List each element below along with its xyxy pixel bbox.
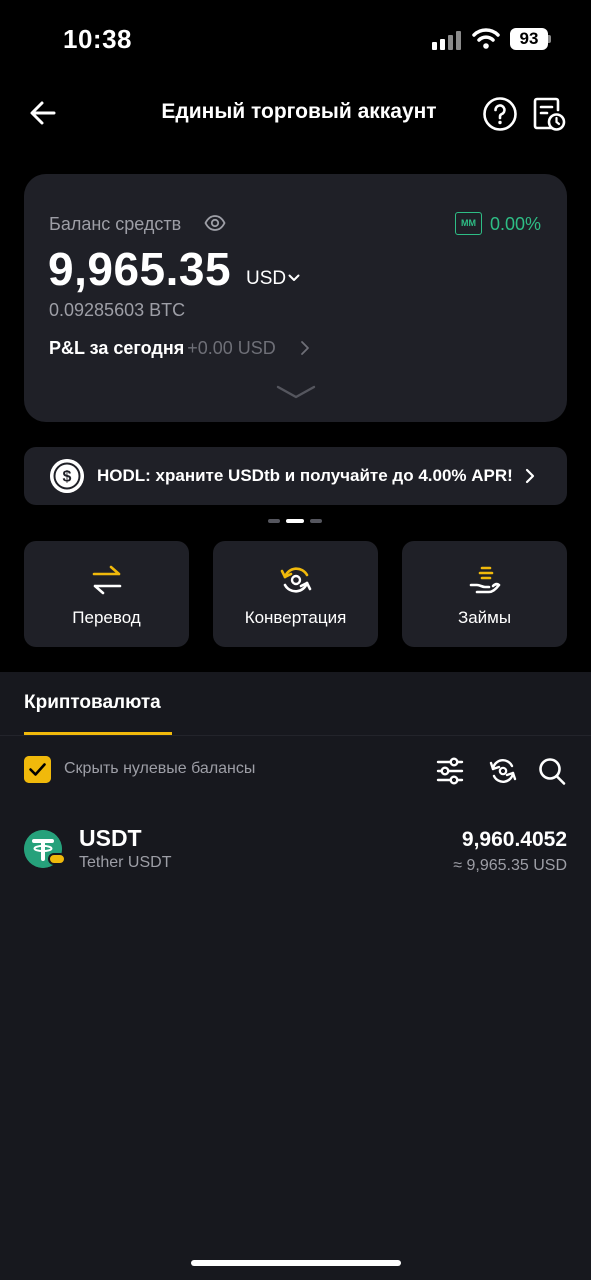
filter-sliders-icon[interactable]: [436, 757, 464, 785]
wifi-icon: [472, 28, 500, 49]
earn-badge: [48, 853, 66, 865]
pnl-today[interactable]: P&L за сегодня +0.00 USD: [49, 338, 276, 359]
transfer-icon: [92, 565, 122, 595]
svg-text:$: $: [63, 469, 72, 486]
help-icon[interactable]: [482, 96, 518, 132]
asset-row[interactable]: USDT Tether USDT 9,960.4052 ≈ 9,965.35 U…: [0, 818, 591, 882]
asset-usd-value: ≈ 9,965.35 USD: [453, 857, 567, 874]
loans-label: Займы: [457, 608, 512, 627]
asset-name: Tether USDT: [79, 854, 172, 871]
promo-banner[interactable]: $ HODL: храните USDtb и получайте до 4.0…: [24, 447, 567, 505]
back-arrow-icon[interactable]: [26, 96, 60, 130]
convert-button[interactable]: Конвертация: [213, 541, 378, 647]
loans-icon: [469, 566, 501, 594]
refresh-convert-icon[interactable]: [489, 756, 517, 786]
hide-zero-label[interactable]: Скрыть нулевые балансы: [64, 760, 255, 778]
balance-amount: 9,965.35: [48, 243, 232, 295]
convert-icon: [280, 567, 312, 593]
chevron-down-icon[interactable]: [288, 273, 300, 283]
asset-symbol: USDT: [79, 825, 142, 851]
convert-label: Конвертация: [244, 608, 347, 627]
asset-amount: 9,960.4052: [461, 828, 567, 851]
hide-zero-checkbox[interactable]: [24, 756, 51, 783]
battery-level: 93: [510, 28, 548, 50]
carousel-pager: [268, 519, 324, 523]
transfer-button[interactable]: Перевод: [24, 541, 189, 647]
chevron-right-icon[interactable]: [300, 340, 310, 356]
coin-icon: $: [50, 459, 84, 493]
tabs-divider: [0, 735, 591, 736]
margin-badge[interactable]: MM: [455, 212, 482, 235]
tab-crypto[interactable]: Криптовалюта: [24, 692, 161, 714]
currency-selector[interactable]: USD: [246, 268, 286, 290]
balance-card: Баланс средств MM 0.00% 9,965.35 USD 0.0…: [24, 174, 567, 422]
search-icon[interactable]: [538, 756, 566, 786]
status-time: 10:38: [63, 24, 132, 54]
pnl-value: +0.00 USD: [187, 338, 276, 358]
balance-label: Баланс средств: [49, 214, 182, 234]
pnl-label: P&L за сегодня: [49, 338, 185, 358]
eye-icon[interactable]: [204, 214, 226, 232]
loans-button[interactable]: Займы: [402, 541, 567, 647]
chevron-right-icon[interactable]: [524, 468, 536, 484]
cellular-signal-icon: [432, 30, 462, 50]
promo-text: HODL: храните USDtb и получайте до 4.00%…: [97, 466, 513, 485]
battery-tip: [548, 35, 551, 43]
expand-chevron-icon[interactable]: [276, 384, 316, 400]
margin-ratio[interactable]: 0.00%: [490, 214, 541, 235]
transaction-history-icon[interactable]: [532, 96, 566, 132]
home-indicator[interactable]: [191, 1260, 401, 1266]
balance-btc: 0.09285603 BTC: [49, 300, 186, 320]
page-title: Единый торговый аккаунт: [161, 100, 437, 123]
transfer-label: Перевод: [72, 608, 141, 627]
